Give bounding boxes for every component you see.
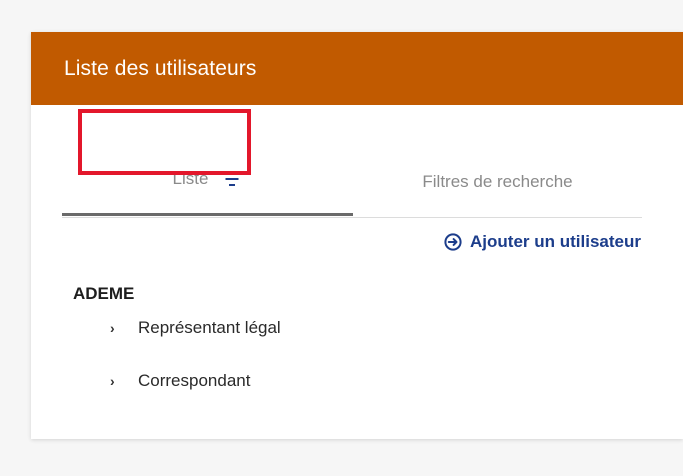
circle-arrow-right-icon [444,233,462,251]
organization-name: ADEME [73,284,135,303]
card-header: Liste des utilisateurs [31,32,683,105]
tab-bar: Liste Filtres de recherche [62,147,642,218]
users-card: Liste des utilisateurs Liste Filtres de … [31,32,683,439]
tab-liste[interactable]: Liste [62,147,353,216]
card-title: Liste des utilisateurs [64,56,257,80]
tree-item-representant-legal[interactable]: › Représentant légal [110,318,281,338]
chevron-right-icon: › [110,320,115,336]
add-user-label: Ajouter un utilisateur [470,232,641,251]
tree-item-label: Correspondant [138,371,251,390]
chevron-right-icon: › [110,373,115,389]
tab-filtres-de-recherche[interactable]: Filtres de recherche [353,147,642,217]
tab-liste-content: Liste [173,169,243,189]
add-user-button[interactable]: Ajouter un utilisateur [444,232,641,252]
tree-item-label: Représentant légal [138,318,281,337]
filter-icon[interactable] [222,172,243,186]
tree-item-correspondant[interactable]: › Correspondant [110,371,250,391]
tab-liste-label: Liste [172,169,209,188]
tab-filtres-label: Filtres de recherche [422,172,573,191]
